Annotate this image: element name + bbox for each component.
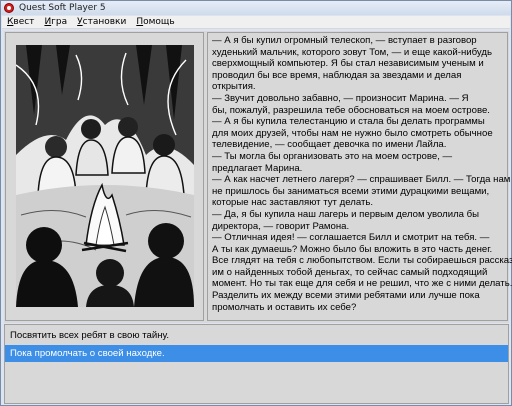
story-line: бы, пожалуй, разрешила тебе обосноваться… — [212, 104, 490, 116]
menu-quest[interactable]: Квест — [2, 17, 39, 27]
story-line: открытия. — [212, 81, 256, 93]
story-line: — Да, я бы купила наш лагерь и первым де… — [212, 208, 480, 220]
story-line: момент. Но ты так еще для себя и не реши… — [212, 278, 512, 290]
illustration-panel — [5, 32, 204, 321]
menu-help[interactable]: Помощь — [131, 17, 179, 27]
story-line: сверхмощный компьютер. Я бы стал независ… — [212, 58, 484, 70]
menu-game[interactable]: Игра — [39, 17, 72, 27]
campfire-illustration — [16, 45, 194, 307]
story-line: промолчать и оставить их себе? — [212, 301, 357, 313]
game-content: — А я бы купил огромный телескоп, — всту… — [4, 31, 512, 323]
menu-bar: Квест Игра Установки Помощь — [2, 16, 510, 29]
choice-list: Посвятить всех ребят в свою тайну. Пока … — [4, 324, 509, 404]
menu-settings[interactable]: Установки — [72, 17, 131, 27]
choice-item-selected[interactable]: Пока промолчать о своей находке. — [5, 345, 508, 362]
window-title: Quest Soft Player 5 — [19, 3, 106, 13]
choice-item[interactable]: Посвятить всех ребят в свою тайну. — [5, 327, 508, 344]
title-bar[interactable]: Quest Soft Player 5 — [1, 1, 511, 15]
story-line: предлагает Марина. — [212, 162, 303, 174]
story-line: для моих друзей, чтобы нам не нужно было… — [212, 127, 493, 139]
story-text-panel: — А я бы купил огромный телескоп, — всту… — [207, 32, 512, 321]
story-line: им о найденных тобой деньгах, то сейчас … — [212, 266, 488, 278]
story-line: директора, — говорит Рамона. — [212, 220, 350, 232]
story-line: худенький мальчик, которого зовут Том, —… — [212, 46, 492, 58]
story-line: — А я бы купил огромный телескоп, — всту… — [212, 35, 477, 46]
story-line: — Звучит довольно забавно, — произносит … — [212, 92, 469, 104]
app-icon[interactable] — [4, 3, 14, 13]
story-line: — А как насчет летнего лагеря? — спрашив… — [212, 174, 511, 186]
story-line: А ты как думаешь? Можно было бы вложить … — [212, 243, 493, 255]
story-line: телевидение, — сообщает девочка по имени… — [212, 139, 447, 151]
story-line: которые нас заставляют тут делать. — [212, 197, 373, 209]
story-line: — Отличная идея! — соглашается Билл и см… — [212, 232, 490, 244]
story-line: Все глядят на тебя с любопытством. Если … — [212, 255, 512, 267]
app-window: Quest Soft Player 5 Квест Игра Установки… — [0, 0, 512, 406]
story-line: не пришлось бы заниматься всеми этими ду… — [212, 185, 490, 197]
story-line: Разделить их между всеми этими ребятами … — [212, 290, 480, 302]
story-line: — Ты могла бы организовать это на моем о… — [212, 150, 453, 162]
story-line: проводил бы все время, наблюдая за звезд… — [212, 69, 462, 81]
story-line: — А я бы купила телестанцию и стала бы д… — [212, 116, 485, 128]
